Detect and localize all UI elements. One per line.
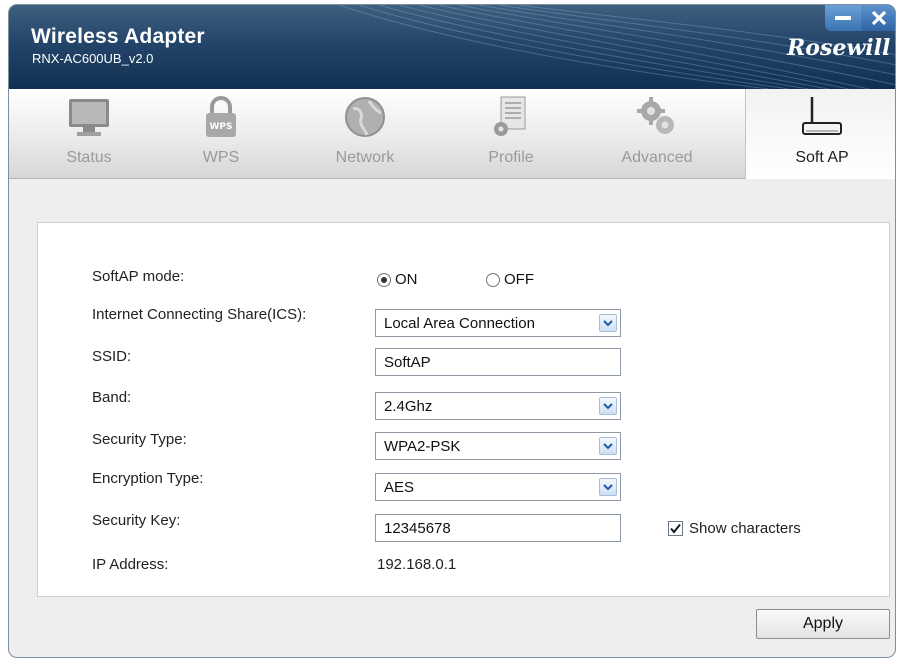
band-label: Band: [92, 389, 132, 406]
ssid-label: SSID: [92, 348, 132, 365]
tab-label: Soft AP [795, 149, 849, 166]
ics-select[interactable]: Local Area Connection [375, 309, 621, 337]
security-type-select[interactable]: WPA2-PSK [375, 432, 621, 460]
tab-label: WPS [202, 149, 240, 166]
ip-address-value: 192.168.0.1 [377, 556, 457, 573]
app-title: Wireless Adapter [31, 25, 205, 48]
tab-wps[interactable]: WPS WPS [161, 89, 281, 179]
svg-text:WPS: WPS [209, 122, 232, 132]
security-type-selected-value: WPA2-PSK [384, 438, 461, 455]
ssid-input[interactable] [375, 348, 621, 376]
app-model-subtitle: RNX-AC600UB_v2.0 [32, 51, 154, 66]
brand-logo: Rosewill [787, 35, 891, 61]
tab-status[interactable]: Status [29, 89, 149, 179]
softap-on-label[interactable]: ON [395, 271, 418, 288]
tab-bar: Status WPS WPS Network Profile Advanced … [9, 89, 895, 179]
tab-network[interactable]: Network [305, 89, 425, 179]
soft-ap-settings-panel: SoftAP mode: ON OFF Internet Connecting … [37, 222, 890, 597]
dropdown-button[interactable] [599, 314, 617, 332]
app-window: Wireless Adapter RNX-AC600UB_v2.0 Rosewi… [8, 4, 896, 658]
tab-label: Status [66, 149, 112, 166]
dropdown-button[interactable] [599, 437, 617, 455]
chevron-down-icon [603, 443, 613, 450]
tab-label: Advanced [621, 149, 693, 166]
softap-off-label[interactable]: OFF [504, 271, 534, 288]
show-characters-label[interactable]: Show characters [689, 520, 801, 537]
security-type-label: Security Type: [92, 431, 187, 448]
document-gear-icon [494, 96, 526, 136]
dropdown-button[interactable] [599, 397, 617, 415]
band-select[interactable]: 2.4Ghz [375, 392, 621, 420]
tab-label: Profile [488, 149, 534, 166]
tab-label: Network [335, 149, 395, 166]
router-icon [802, 97, 842, 135]
gears-icon [637, 97, 674, 134]
radio-selected-dot [381, 277, 387, 283]
ics-label: Internet Connecting Share(ICS): [92, 306, 307, 323]
tab-soft-ap[interactable]: Soft AP [745, 89, 895, 179]
encryption-type-label: Encryption Type: [92, 470, 204, 487]
minimize-button[interactable] [825, 5, 861, 31]
softap-on-radio[interactable] [377, 273, 391, 287]
encryption-type-select[interactable]: AES [375, 473, 621, 501]
checkmark-icon [670, 523, 681, 534]
wps-lock-icon: WPS [206, 96, 236, 137]
monitor-icon [69, 99, 109, 136]
show-characters-checkbox[interactable] [668, 521, 683, 536]
close-icon [871, 10, 887, 26]
close-button[interactable] [861, 5, 895, 31]
title-bar: Wireless Adapter RNX-AC600UB_v2.0 Rosewi… [9, 5, 895, 89]
softap-off-radio[interactable] [486, 273, 500, 287]
ip-address-label: IP Address: [92, 556, 169, 573]
tab-advanced[interactable]: Advanced [597, 89, 717, 179]
band-selected-value: 2.4Ghz [384, 398, 433, 415]
chevron-down-icon [603, 484, 613, 491]
encryption-type-selected-value: AES [384, 479, 415, 496]
chevron-down-icon [603, 320, 613, 327]
softap-mode-label: SoftAP mode: [92, 268, 185, 285]
security-key-input[interactable] [375, 514, 621, 542]
apply-button[interactable]: Apply [756, 609, 890, 639]
tab-profile[interactable]: Profile [451, 89, 571, 179]
ics-selected-value: Local Area Connection [384, 315, 535, 332]
dropdown-button[interactable] [599, 478, 617, 496]
security-key-label: Security Key: [92, 512, 181, 529]
minimize-icon [835, 16, 851, 20]
globe-icon [345, 97, 385, 137]
chevron-down-icon [603, 403, 613, 410]
